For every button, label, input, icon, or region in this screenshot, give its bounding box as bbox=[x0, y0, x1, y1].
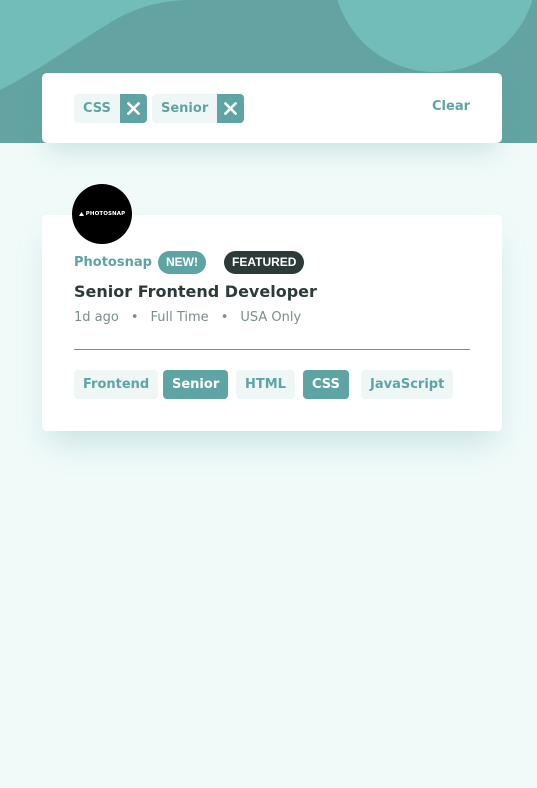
job-title[interactable]: Senior Frontend Developer bbox=[74, 282, 317, 301]
filter-chip-label: CSS bbox=[74, 94, 120, 123]
remove-filter-css-button[interactable] bbox=[119, 94, 147, 123]
close-icon bbox=[224, 102, 238, 115]
divider bbox=[74, 349, 470, 350]
contract-type: Full Time bbox=[150, 310, 209, 325]
clear-filters-link[interactable]: Clear bbox=[432, 99, 470, 114]
tag-html[interactable]: HTML bbox=[236, 370, 295, 399]
company-logo: PHOTOSNAP bbox=[72, 184, 132, 244]
tag-javascript[interactable]: JavaScript bbox=[361, 370, 454, 399]
camera-icon bbox=[78, 212, 84, 216]
tag-css[interactable]: CSS bbox=[303, 370, 349, 399]
close-icon bbox=[126, 102, 140, 115]
filter-chip-css: CSS bbox=[74, 94, 147, 123]
company-name: Photosnap bbox=[74, 255, 152, 270]
new-badge: NEW! bbox=[158, 251, 206, 274]
job-location: USA Only bbox=[240, 310, 302, 325]
logo-wordmark: PHOTOSNAP bbox=[78, 211, 126, 217]
tag-frontend[interactable]: Frontend bbox=[74, 370, 159, 399]
featured-badge: FEATURED bbox=[224, 251, 305, 274]
job-card: Photosnap NEW! FEATURED Senior Frontend … bbox=[42, 215, 502, 431]
logo-text: PHOTOSNAP bbox=[85, 211, 126, 217]
separator-dot: • bbox=[220, 310, 229, 325]
tag-senior[interactable]: Senior bbox=[163, 370, 229, 399]
separator-dot: • bbox=[130, 310, 139, 325]
posted-at: 1d ago bbox=[74, 310, 119, 325]
filter-bar: CSS Senior Clear bbox=[42, 73, 502, 143]
remove-filter-senior-button[interactable] bbox=[217, 94, 245, 123]
filter-chip-label: Senior bbox=[152, 94, 218, 123]
job-meta: 1d ago • Full Time • USA Only bbox=[74, 310, 301, 325]
filter-chip-senior: Senior bbox=[152, 94, 245, 123]
